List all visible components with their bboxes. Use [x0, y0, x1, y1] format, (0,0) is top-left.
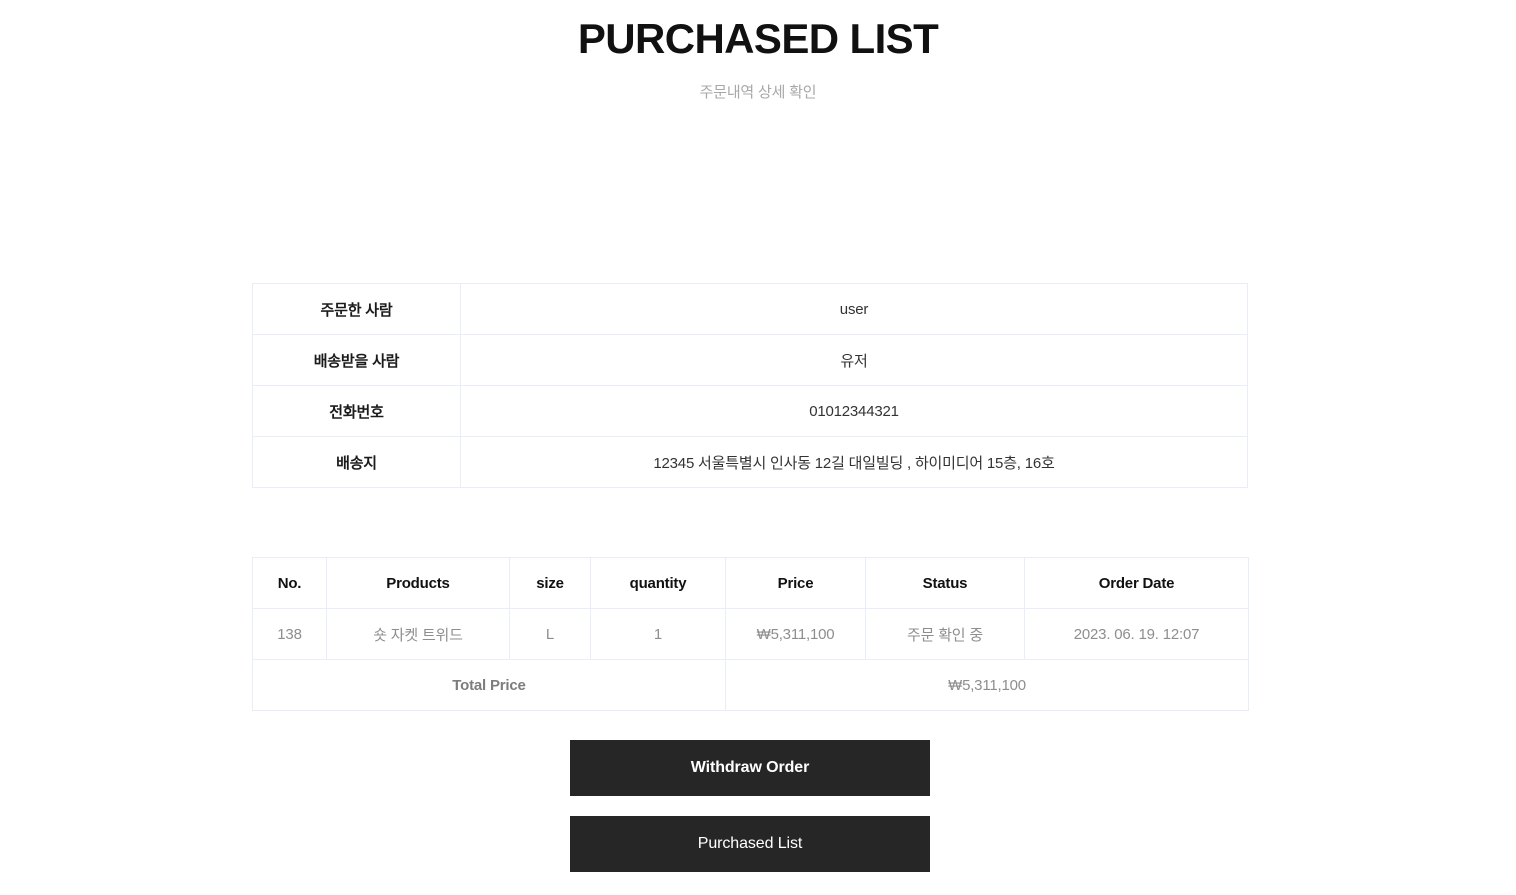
cell-order-date: 2023. 06. 19. 12:07 — [1024, 608, 1249, 660]
table-row: 138 숏 자켓 트위드 L 1 ₩5,311,100 주문 확인 중 2023… — [252, 608, 1249, 660]
order-info-table: 주문한 사람 user 배송받을 사람 유저 전화번호 01012344321 … — [252, 283, 1248, 488]
column-header-status: Status — [865, 557, 1025, 609]
address-label: 배송지 — [252, 436, 461, 488]
action-buttons: Withdraw Order Purchased List — [570, 740, 930, 872]
cell-quantity: 1 — [590, 608, 726, 660]
column-header-quantity: quantity — [590, 557, 726, 609]
cell-product: 숏 자켓 트위드 — [326, 608, 510, 660]
column-header-products: Products — [326, 557, 510, 609]
column-header-size: size — [509, 557, 591, 609]
table-row: 배송받을 사람 유저 — [252, 334, 1248, 386]
page-subtitle: 주문내역 상세 확인 — [699, 83, 817, 101]
column-header-no: No. — [252, 557, 327, 609]
orderer-label: 주문한 사람 — [252, 283, 461, 335]
total-row: Total Price ₩5,311,100 — [252, 659, 1249, 711]
phone-value: 01012344321 — [460, 385, 1248, 437]
address-value: 12345 서울특별시 인사동 12길 대일빌딩 , 하이미디어 15층, 16… — [460, 436, 1248, 488]
table-row: 전화번호 01012344321 — [252, 385, 1248, 437]
total-price-label: Total Price — [252, 659, 726, 711]
purchased-items-table: No. Products size quantity Price Status … — [252, 557, 1249, 711]
table-row: 주문한 사람 user — [252, 283, 1248, 335]
withdraw-order-button[interactable]: Withdraw Order — [570, 740, 930, 796]
cell-no: 138 — [252, 608, 327, 660]
page-title: PURCHASED LIST — [577, 15, 939, 62]
cell-price: ₩5,311,100 — [725, 608, 866, 660]
table-header-row: No. Products size quantity Price Status … — [252, 557, 1249, 609]
cell-status: 주문 확인 중 — [865, 608, 1025, 660]
page-header: PURCHASED LIST 주문내역 상세 확인 — [0, 0, 1516, 102]
table-row: 배송지 12345 서울특별시 인사동 12길 대일빌딩 , 하이미디어 15층… — [252, 436, 1248, 488]
phone-label: 전화번호 — [252, 385, 461, 437]
column-header-price: Price — [725, 557, 866, 609]
table-gap — [252, 488, 1248, 557]
receiver-label: 배송받을 사람 — [252, 334, 461, 386]
column-header-order-date: Order Date — [1024, 557, 1249, 609]
order-detail-content: 주문한 사람 user 배송받을 사람 유저 전화번호 01012344321 … — [252, 283, 1249, 711]
cell-size: L — [509, 608, 591, 660]
receiver-value: 유저 — [460, 334, 1248, 386]
purchased-list-page: PURCHASED LIST 주문내역 상세 확인 주문한 사람 user 배송… — [0, 0, 1516, 895]
total-price-value: ₩5,311,100 — [725, 659, 1249, 711]
orderer-value: user — [460, 283, 1248, 335]
purchased-list-button[interactable]: Purchased List — [570, 816, 930, 872]
